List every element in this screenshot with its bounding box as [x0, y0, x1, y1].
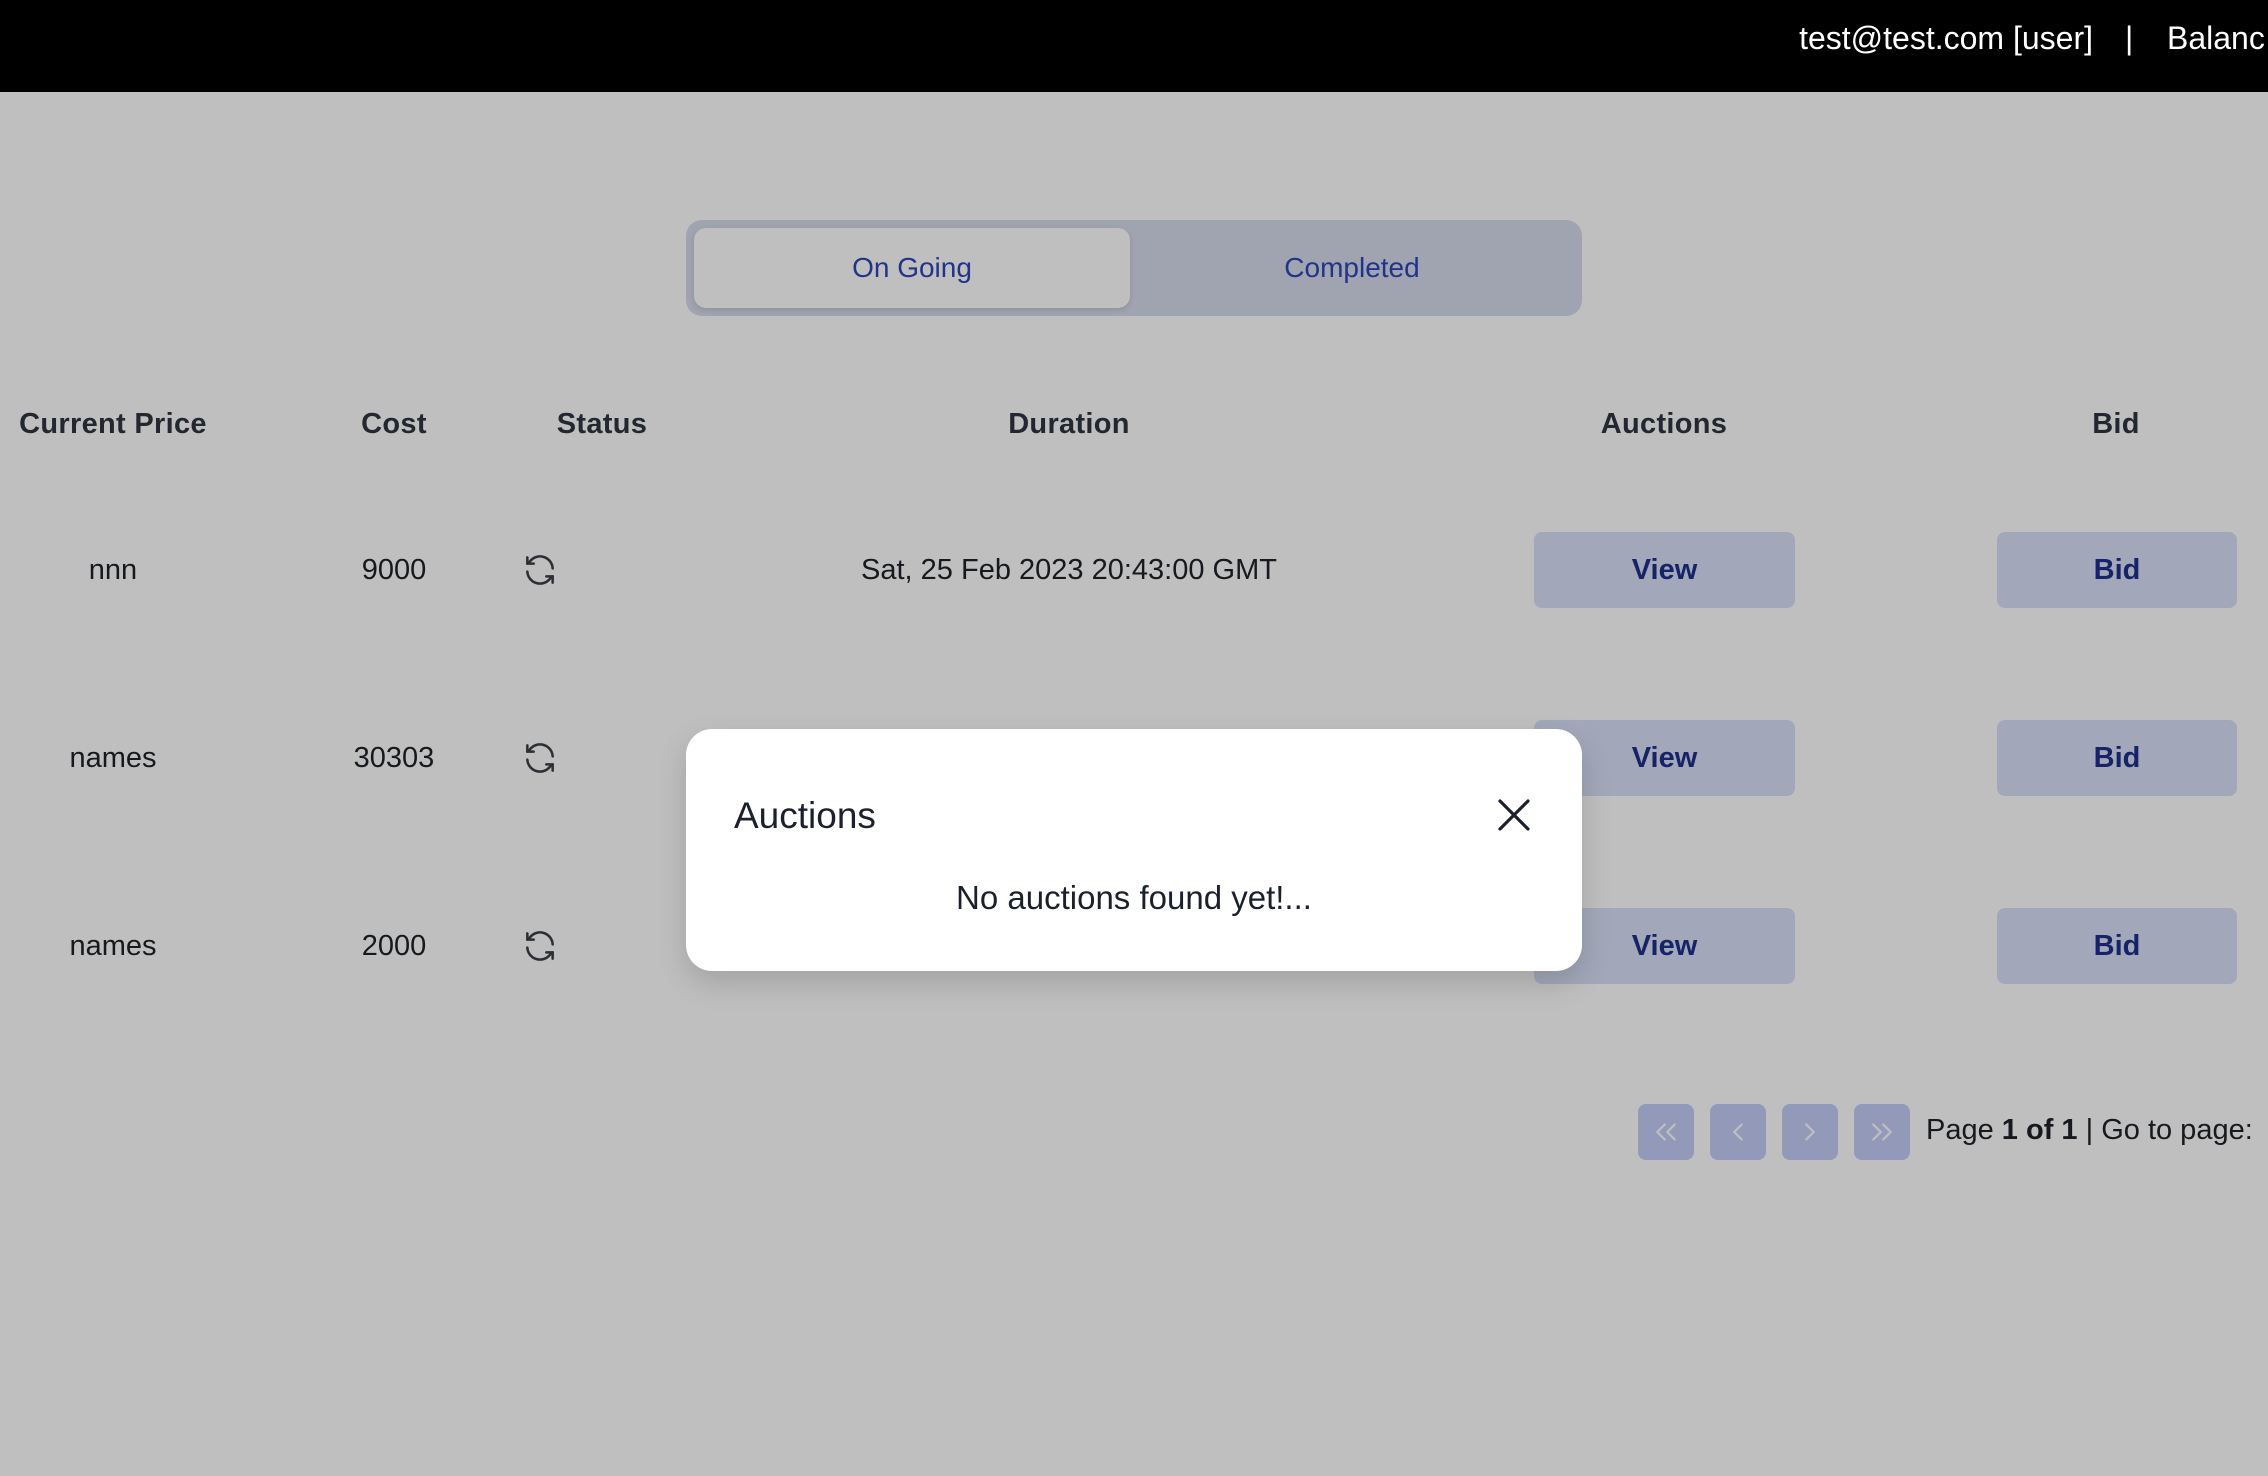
auctions-modal: Auctions No auctions found yet!...: [686, 729, 1582, 971]
close-icon[interactable]: [1490, 791, 1538, 839]
user-email[interactable]: test@test.com [user]: [1799, 20, 2093, 57]
balance-label: Balanc: [2167, 20, 2265, 56]
top-bar: test@test.com [user] | Balanc: [0, 0, 2268, 92]
header-separator: |: [2125, 20, 2134, 56]
modal-message: No auctions found yet!...: [956, 879, 1312, 916]
modal-title: Auctions: [734, 795, 876, 836]
